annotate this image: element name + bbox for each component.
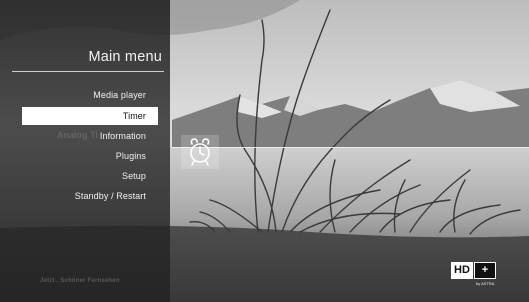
menu-item-timer[interactable]: Timer	[22, 107, 158, 125]
footer-slogan: Jetzt . Schöner Fernsehen	[40, 278, 120, 284]
menu-item-standby-restart[interactable]: Standby / Restart	[22, 187, 158, 205]
hd-label: HD	[451, 262, 473, 279]
menu-item-media-player[interactable]: Media player	[22, 86, 158, 104]
menu-item-setup[interactable]: Setup	[22, 167, 158, 185]
selection-indicator-line	[172, 147, 529, 148]
menu-item-plugins[interactable]: Plugins	[22, 147, 158, 165]
plus-label: +	[474, 262, 496, 279]
main-menu-list: Media player Timer Information Plugins S…	[0, 0, 170, 302]
main-menu-screen: Main menu Analog Ti Media player Timer I…	[0, 0, 529, 302]
by-astra-label: by ASTRA	[476, 281, 495, 286]
timer-preview	[181, 135, 219, 169]
alarm-clock-icon	[190, 138, 210, 166]
hd-plus-logo: HD + by ASTRA	[451, 262, 499, 292]
menu-item-information[interactable]: Information	[22, 127, 158, 145]
